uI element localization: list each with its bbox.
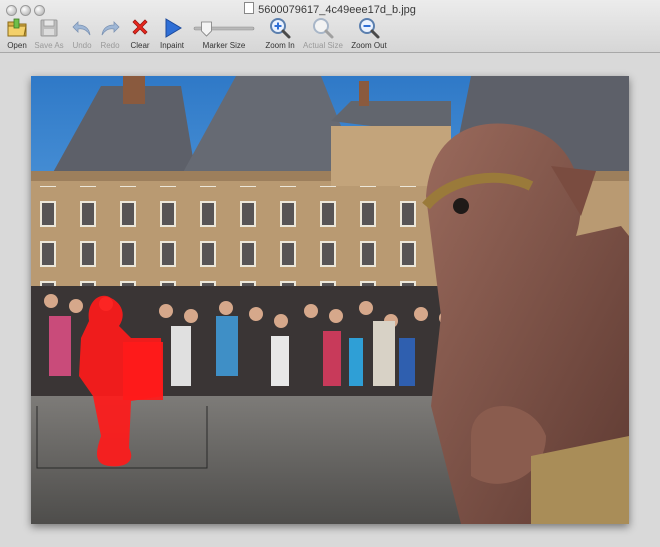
zoom-in-label: Zoom In [265, 41, 295, 50]
marker-size-control: Marker Size [192, 16, 256, 50]
open-button[interactable]: Open [5, 16, 29, 50]
chimney-left [123, 76, 145, 104]
folder-icon [7, 18, 27, 37]
undo-button[interactable]: Undo [70, 16, 94, 50]
clear-button[interactable]: Clear [128, 16, 152, 50]
toolbar: Open Save As Undo Redo Clear Inpaint Mar… [0, 16, 660, 52]
red-x-icon [132, 19, 148, 35]
zoom-out-button[interactable]: Zoom Out [350, 16, 388, 50]
actual-size-button[interactable]: Actual Size [302, 16, 344, 50]
clear-label: Clear [130, 41, 150, 50]
redo-arrow-icon [101, 21, 120, 36]
save-as-button[interactable]: Save As [34, 16, 64, 50]
inpaint-label: Inpaint [159, 41, 185, 50]
inpaint-button[interactable]: Inpaint [158, 16, 186, 50]
open-label: Open [7, 41, 27, 50]
undo-arrow-icon [72, 21, 91, 36]
save-as-label: Save As [34, 41, 64, 50]
magnifier-minus-icon [359, 18, 380, 39]
marker-size-slider[interactable] [192, 16, 256, 40]
image-canvas[interactable] [0, 53, 660, 547]
zoom-in-button[interactable]: Zoom In [264, 16, 296, 50]
redo-button[interactable]: Redo [98, 16, 122, 50]
undo-label: Undo [72, 41, 92, 50]
marker-size-thumb[interactable] [201, 21, 212, 37]
actual-size-label: Actual Size [302, 41, 344, 50]
magnifier-plus-icon [270, 18, 291, 39]
chimney-right [359, 81, 369, 106]
redo-label: Redo [100, 41, 120, 50]
title-bar: 5600079617_4c49eee17d_b.jpg Open Save As… [0, 0, 660, 53]
photo-scene [31, 76, 629, 524]
magnifier-icon [313, 18, 334, 39]
photo[interactable] [31, 76, 629, 524]
floppy-disk-icon [40, 19, 58, 37]
window-title: 5600079617_4c49eee17d_b.jpg [0, 2, 660, 16]
app-window: 5600079617_4c49eee17d_b.jpg Open Save As… [0, 0, 660, 547]
marker-size-label: Marker Size [202, 41, 246, 50]
document-icon [244, 2, 255, 14]
window-title-text: 5600079617_4c49eee17d_b.jpg [258, 4, 416, 16]
play-triangle-icon [165, 18, 182, 38]
zoom-out-label: Zoom Out [351, 41, 387, 50]
